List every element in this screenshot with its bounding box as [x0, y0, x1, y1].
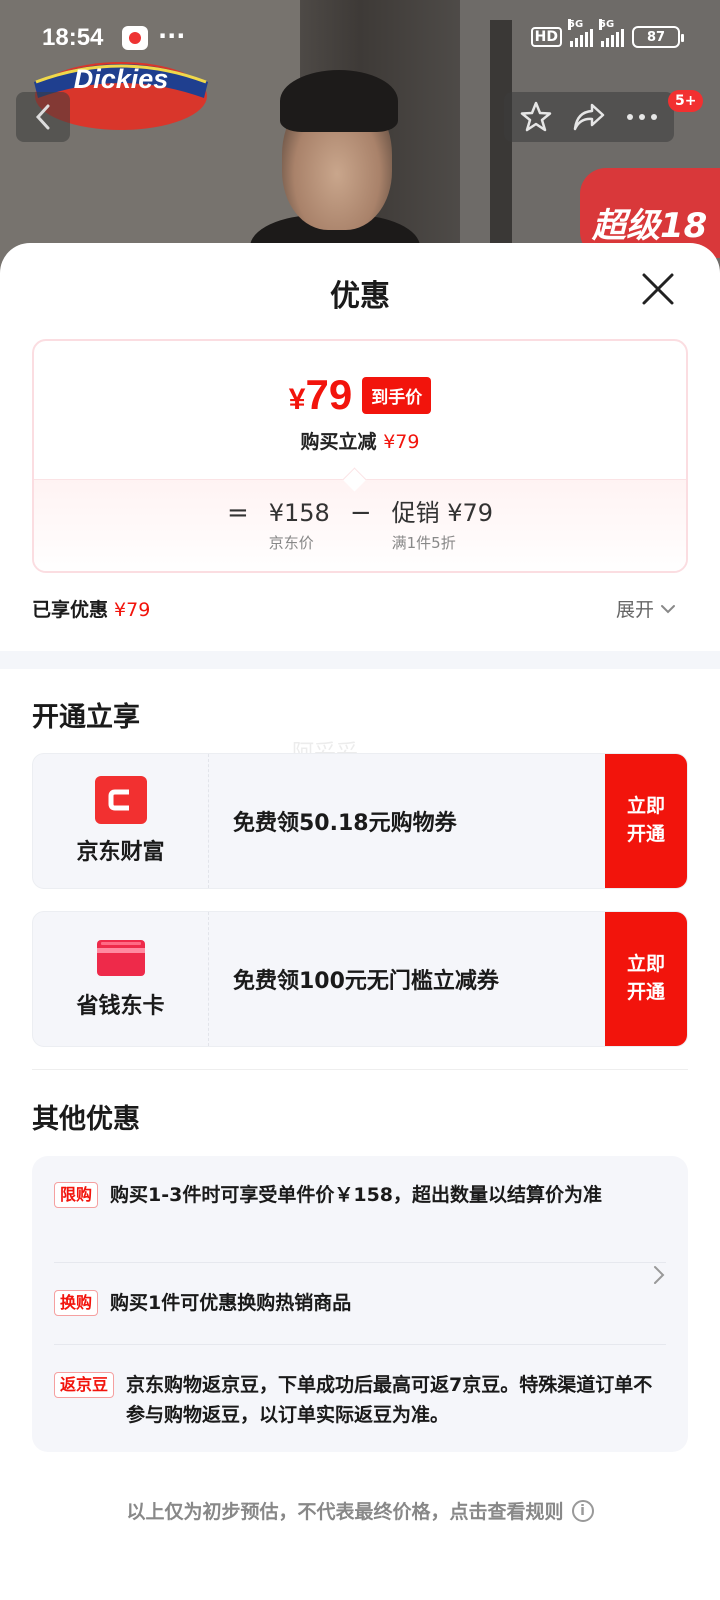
battery-icon: 87: [632, 26, 684, 48]
other-discounts-list: 限购 购买1-3件时可享受单件价￥158，超出数量以结算价为准 换购 购买1件可…: [32, 1156, 688, 1452]
chevron-down-icon: [661, 604, 675, 613]
final-price: ¥79: [288, 371, 353, 418]
savings-card-activate-button[interactable]: 立即 开通: [605, 912, 687, 1046]
status-time: 18:54: [42, 24, 104, 51]
jd-beans-text: 京东购物返京豆，下单成功后最高可返7京豆。特殊渠道订单不参与购物返豆，以订单实际…: [126, 1374, 653, 1426]
savings-card-name: 省钱东卡: [76, 994, 165, 1019]
jd-finance-icon: [94, 776, 147, 824]
list-item-purchase-limit: 限购 购买1-3件时可享受单件价￥158，超出数量以结算价为准: [54, 1180, 666, 1210]
expand-toggle[interactable]: 展开: [616, 595, 676, 622]
share-icon[interactable]: [572, 102, 606, 132]
jd-finance-card: 京东财富 免费领50.18元购物券 立即 开通: [32, 753, 688, 889]
network-type-2: 5G: [599, 19, 615, 30]
equals-sign: =: [226, 498, 249, 528]
trade-in-text: 购买1件可优惠换购热销商品: [110, 1292, 352, 1314]
thin-divider: [32, 1069, 688, 1070]
chevron-right-icon[interactable]: [652, 1264, 666, 1286]
list-item-jd-beans: 返京豆 京东购物返京豆，下单成功后最高可返7京豆。特殊渠道订单不参与购物返豆，以…: [54, 1370, 666, 1430]
footer-note-text: 以上仅为初步预估，不代表最终价格，点击查看规则: [126, 1501, 564, 1523]
jd-finance-name: 京东财富: [76, 840, 165, 865]
final-price-row: ¥79 到手价: [34, 371, 686, 419]
discount-sheet: 优惠 ¥79 到手价 购买立减 ¥79 = ¥158 京东价 − 促销 ¥79 …: [0, 243, 720, 1600]
jd-finance-activate-button[interactable]: 立即 开通: [605, 754, 687, 888]
list-separator: [54, 1262, 666, 1263]
other-discounts-title: 其他优惠: [32, 1104, 140, 1135]
purchase-limit-text: 购买1-3件时可享受单件价￥158，超出数量以结算价为准: [110, 1184, 603, 1206]
base-price-term: ¥158 京东价: [269, 498, 330, 553]
list-separator: [54, 1344, 666, 1345]
promo-term: 促销 ¥79 满1件5折: [392, 498, 493, 553]
instant-discount-amount: ¥79: [383, 431, 420, 453]
signal-icon-2: 5G: [599, 19, 624, 47]
section-divider: [0, 651, 720, 669]
trade-in-tag: 换购: [54, 1290, 99, 1316]
base-price-caption: 京东价: [268, 534, 314, 552]
price-rules-link[interactable]: 以上仅为初步预估，不代表最终价格，点击查看规则 i: [0, 1497, 720, 1524]
open-benefits-title: 开通立享: [32, 702, 140, 733]
minus-sign: −: [349, 498, 372, 528]
more-icon[interactable]: [625, 112, 659, 122]
jd-finance-offer: 免费领50.18元购物券: [233, 811, 457, 836]
jd-beans-tag: 返京豆: [54, 1372, 115, 1398]
price-formula: = ¥158 京东价 − 促销 ¥79 满1件5折: [34, 498, 686, 553]
close-icon[interactable]: [640, 271, 676, 307]
enjoyed-discount-amount: ¥79: [114, 599, 151, 621]
expand-label: 展开: [615, 599, 654, 621]
app-notification-icon: [122, 26, 148, 50]
instant-discount-row: 购买立减 ¥79: [34, 427, 686, 454]
more-notifications-icon: ···: [158, 22, 186, 50]
enjoyed-discount: 已享优惠 ¥79: [32, 595, 150, 622]
promo-value: 促销 ¥79: [391, 499, 494, 527]
back-button[interactable]: [16, 92, 70, 142]
status-bar: 18:54 ··· HD 5G 5G 87: [0, 0, 720, 72]
top-action-group: [504, 92, 674, 142]
price-summary-card: ¥79 到手价 购买立减 ¥79 = ¥158 京东价 − 促销 ¥79 满1件…: [32, 339, 688, 573]
info-icon: i: [571, 1499, 594, 1522]
instant-discount-label: 购买立减: [300, 431, 377, 453]
message-count-badge: 5+: [668, 90, 704, 112]
jd-finance-brand: 京东财富: [33, 754, 209, 888]
promo-caption: 满1件5折: [391, 534, 456, 552]
hd-voice-icon: HD: [530, 27, 562, 47]
savings-card-offer: 免费领100元无门槛立减券: [233, 969, 499, 994]
savings-card-brand: 省钱东卡: [33, 912, 209, 1046]
price-top-section: ¥79 到手价 购买立减 ¥79: [34, 341, 686, 479]
final-price-tag: 到手价: [362, 376, 432, 414]
purchase-limit-tag: 限购: [54, 1182, 99, 1208]
base-price-value: ¥158: [268, 499, 330, 527]
price-formula-section: = ¥158 京东价 − 促销 ¥79 满1件5折: [34, 479, 686, 571]
card-icon: [96, 940, 145, 976]
network-type-1: 5G: [568, 19, 584, 30]
star-icon[interactable]: [519, 100, 553, 134]
savings-card: 省钱东卡 免费领100元无门槛立减券 立即 开通: [32, 911, 688, 1047]
sheet-title: 优惠: [330, 279, 390, 314]
model-cap: [280, 70, 398, 132]
signal-icon-1: 5G: [568, 19, 593, 47]
enjoyed-discount-label: 已享优惠: [32, 599, 109, 621]
list-item-trade-in[interactable]: 换购 购买1件可优惠换购热销商品: [54, 1288, 634, 1318]
status-indicators: HD 5G 5G 87: [530, 19, 684, 48]
chevron-left-icon: [35, 104, 50, 130]
